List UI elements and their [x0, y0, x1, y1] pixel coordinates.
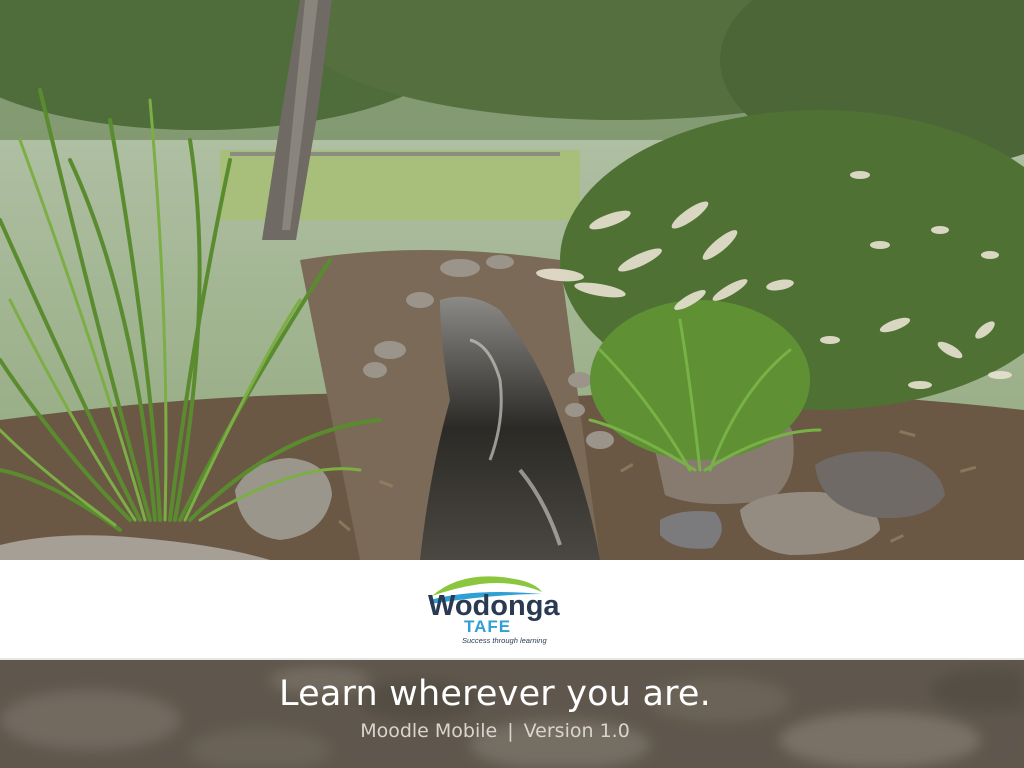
logo-tagline: Success through learning [462, 636, 547, 645]
splash-screen: Wodonga TAFE Success through learning Le… [0, 0, 1024, 768]
headline: Learn wherever you are. [279, 674, 711, 714]
app-name: Moodle Mobile [360, 720, 498, 742]
separator: | [507, 720, 514, 742]
creek-landscape-image [0, 0, 1024, 560]
app-version: Version 1.0 [523, 720, 630, 742]
app-info: Moodle Mobile | Version 1.0 [0, 720, 990, 742]
footer-band: Learn wherever you are. Moodle Mobile | Ve… [0, 660, 1024, 768]
logo-tafe: TAFE [464, 617, 512, 636]
logo-band: Wodonga TAFE Success through learning [0, 560, 1024, 660]
hero-photo [0, 0, 1024, 560]
wodonga-tafe-logo: Wodonga TAFE Success through learning [424, 570, 564, 648]
